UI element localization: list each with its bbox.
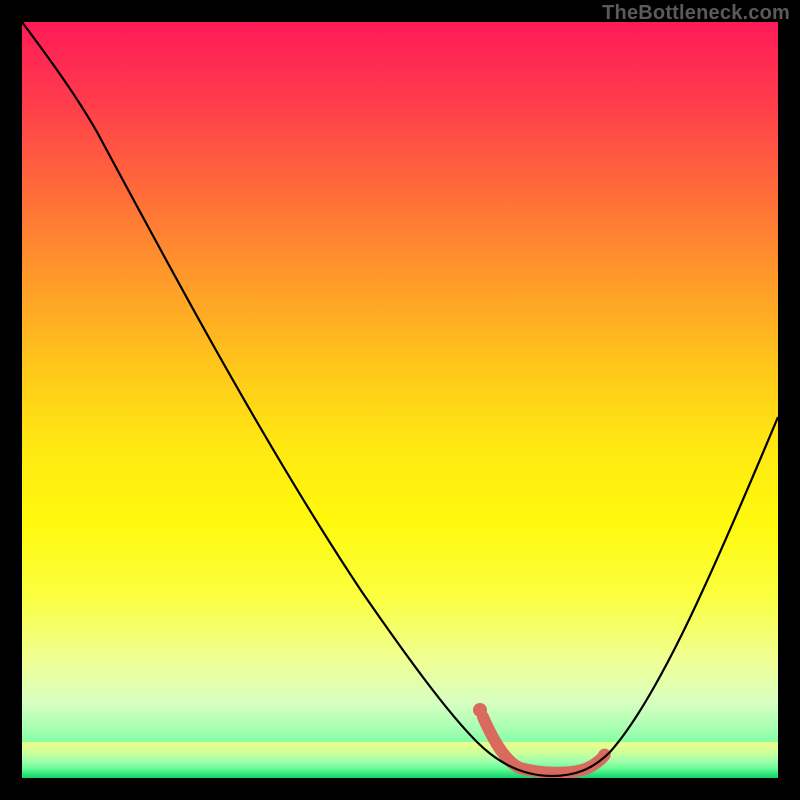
plot-area [22,22,778,778]
optimal-region-start-dot [473,703,487,717]
watermark-text: TheBottleneck.com [602,2,790,25]
chart-svg [22,22,778,778]
optimal-region-highlight [483,717,605,773]
bottleneck-curve-path [22,22,778,776]
chart-canvas: TheBottleneck.com [0,0,800,800]
